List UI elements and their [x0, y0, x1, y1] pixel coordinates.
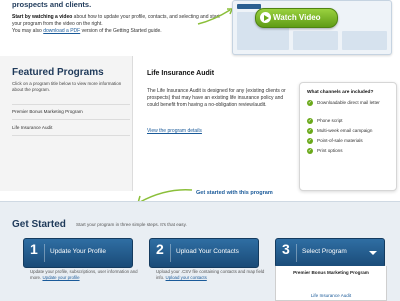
update-profile-link[interactable]: Update your profile [42, 275, 79, 280]
featured-programs-subtitle: Click on a program title below to view m… [12, 81, 122, 92]
play-icon [260, 12, 271, 23]
channel-label: Point-of-sale materials [317, 138, 363, 143]
channel-item: ✓ Downloadable direct mail letter [307, 100, 393, 112]
channels-title: What channels are included? [307, 90, 374, 95]
program-title: Life Insurance Audit [147, 70, 215, 77]
video-preview-block [342, 31, 387, 50]
program-details-link[interactable]: View the program details [147, 128, 202, 134]
get-started-program-link[interactable]: Get started with this program [196, 190, 273, 196]
divider [12, 135, 130, 136]
step-number: 3 [282, 241, 290, 257]
step-number: 1 [30, 241, 38, 257]
video-preview-block [293, 31, 338, 50]
divider [12, 104, 130, 105]
update-profile-button[interactable]: 1 Update Your Profile [23, 238, 133, 268]
check-icon: ✓ [307, 138, 313, 144]
step-label: Upload Your Contacts [176, 248, 239, 255]
watch-video-label: Watch Video [273, 13, 321, 22]
chevron-down-icon [369, 251, 377, 255]
divider [12, 119, 130, 120]
select-program-dropdown[interactable]: 3 Select Program [275, 238, 385, 268]
program-item-life-insurance[interactable]: Life Insurance Audit [12, 125, 127, 130]
channel-label: Multi-week email campaign [317, 128, 373, 133]
dropdown-option[interactable]: Premier Bonus Marketing Program [276, 270, 386, 275]
program-description: The Life Insurance Audit is designed for… [147, 88, 286, 108]
intro-text: Start by watching a video about how to u… [12, 14, 222, 35]
check-icon: ✓ [307, 118, 313, 124]
download-pdf-link[interactable]: download a PDF [43, 28, 80, 34]
intro-pdf-prefix: You may also [12, 28, 44, 34]
channel-label: Print options [317, 148, 343, 153]
upload-contacts-button[interactable]: 2 Upload Your Contacts [149, 238, 259, 268]
check-icon: ✓ [307, 100, 313, 106]
intro-bold-text: Start by watching a video [12, 14, 73, 20]
get-started-subtitle: Start your program in three simple steps… [76, 222, 187, 227]
step-separator [170, 244, 171, 262]
channel-label: Phone script [317, 118, 343, 123]
step-label: Update Your Profile [50, 248, 107, 255]
check-icon: ✓ [307, 128, 313, 134]
check-icon: ✓ [307, 148, 313, 154]
get-started-title: Get Started [12, 219, 66, 230]
step-label: Select Program [302, 248, 347, 255]
upload-contacts-link[interactable]: Upload your contacts [166, 275, 207, 280]
watch-video-button[interactable]: Watch Video [255, 8, 338, 28]
channels-box [299, 82, 397, 191]
video-header-bar [237, 4, 261, 9]
update-profile-description: Update your profile, subscriptions, user… [30, 269, 140, 281]
featured-programs-title: Featured Programs [12, 67, 104, 78]
upload-contacts-description: Upload your .CSV file containing contact… [156, 269, 266, 281]
arrow-curve-icon [197, 8, 234, 25]
dropdown-option[interactable]: Life Insurance Audit [276, 293, 386, 298]
intro-heading: prospects and clients. [12, 0, 92, 9]
channel-label: Downloadable direct mail letter [317, 100, 380, 105]
step-separator [44, 244, 45, 262]
step-separator [296, 244, 297, 262]
program-item-premier-bonus[interactable]: Premier Bonus Marketing Program [12, 109, 127, 114]
step-number: 2 [156, 241, 164, 257]
intro-pdf-suffix: version of the Getting Started guide. [80, 28, 162, 34]
program-dropdown-menu: Premier Bonus Marketing Program Life Ins… [275, 266, 387, 301]
